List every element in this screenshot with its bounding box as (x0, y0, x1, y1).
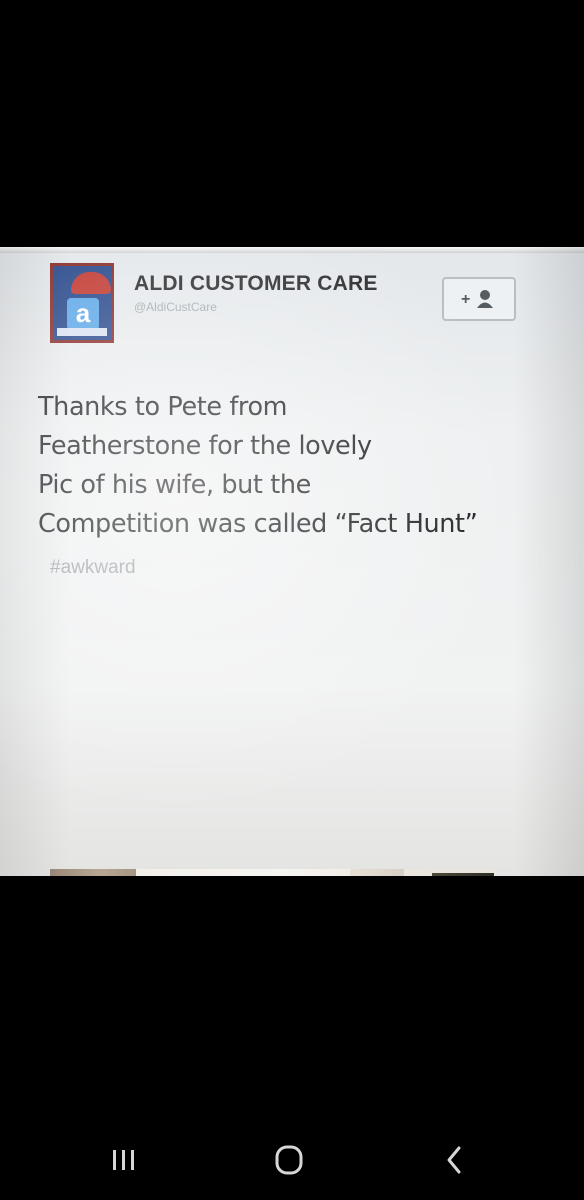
screen: a + ALDI CUSTOMER CARE @AldiCustCare Tha… (0, 0, 584, 1200)
back-icon (447, 1146, 461, 1174)
hashtag-link[interactable]: #awkward (50, 557, 136, 579)
recent-apps-icon (113, 1150, 134, 1170)
tweet-line: Competition was called “Fact Hunt” (38, 509, 478, 539)
tweet-text: Thanks to Pete from Featherstone for the… (38, 388, 578, 544)
door-frame (350, 869, 404, 876)
home-icon (275, 1145, 303, 1175)
back-button[interactable] (423, 1140, 483, 1180)
add-user-icon: + (461, 290, 493, 308)
account-handle[interactable]: @AldiCustCare (134, 300, 217, 314)
profile-avatar[interactable]: a (50, 263, 114, 343)
svg-text:+: + (461, 291, 470, 308)
aldi-logo-icon: a (67, 298, 99, 330)
avatar-strip (57, 328, 107, 336)
recent-apps-button[interactable] (95, 1140, 155, 1180)
tweet-line: Pic of his wife, but the (38, 470, 311, 500)
door-left (50, 869, 136, 876)
system-nav-bar (0, 1120, 584, 1200)
tweet-line: Featherstone for the lovely (38, 431, 372, 461)
door-right (432, 873, 494, 876)
attached-photo[interactable] (50, 869, 494, 876)
home-button[interactable] (259, 1140, 319, 1180)
account-name[interactable]: ALDI CUSTOMER CARE (134, 272, 378, 296)
tweet-line: Thanks to Pete from (38, 392, 288, 422)
screen-edge (0, 247, 584, 253)
follow-button[interactable]: + (442, 277, 516, 321)
santa-hat-icon (71, 272, 111, 294)
